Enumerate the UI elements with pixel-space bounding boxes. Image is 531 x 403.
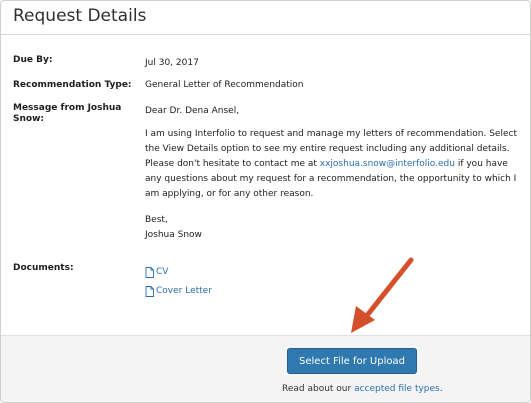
message-body: Dear Dr. Dena Ansel, I am using Interfol… [145, 104, 517, 243]
page-title: Request Details [13, 6, 147, 26]
accepted-file-types-note: Read about our accepted file types. [282, 384, 443, 394]
message-signature: Joshua Snow [145, 230, 202, 240]
message-label: Message from Joshua Snow: [13, 103, 122, 124]
select-file-upload-button[interactable]: Select File for Upload [287, 348, 417, 374]
read-about-prefix: Read about our [282, 384, 355, 394]
documents-label: Documents: [13, 263, 74, 273]
request-details-panel: Request Details Due By: Jul 30, 2017 Rec… [0, 0, 531, 403]
upload-footer [1, 335, 530, 402]
panel-header: Request Details [1, 1, 530, 35]
email-link[interactable]: xxjoshua.snow@interfolio.edu [320, 159, 455, 169]
due-by-label: Due By: [13, 55, 53, 65]
recommendation-type-label: Recommendation Type: [13, 80, 132, 90]
document-name: Cover Letter [156, 286, 212, 296]
document-link-cv[interactable]: CV [145, 266, 168, 278]
document-icon [145, 285, 154, 297]
document-icon [145, 266, 154, 278]
message-closing: Best, [145, 215, 168, 225]
read-about-suffix: . [439, 384, 443, 394]
document-name: CV [156, 267, 169, 277]
message-paragraph: I am using Interfolio to request and man… [145, 127, 517, 202]
message-greeting: Dear Dr. Dena Ansel, [145, 106, 240, 116]
accepted-file-types-link[interactable]: accepted file types [354, 384, 440, 394]
document-link-cover-letter[interactable]: Cover Letter [145, 285, 212, 297]
due-by-value: Jul 30, 2017 [145, 58, 199, 68]
recommendation-type-value: General Letter of Recommendation [145, 80, 304, 90]
